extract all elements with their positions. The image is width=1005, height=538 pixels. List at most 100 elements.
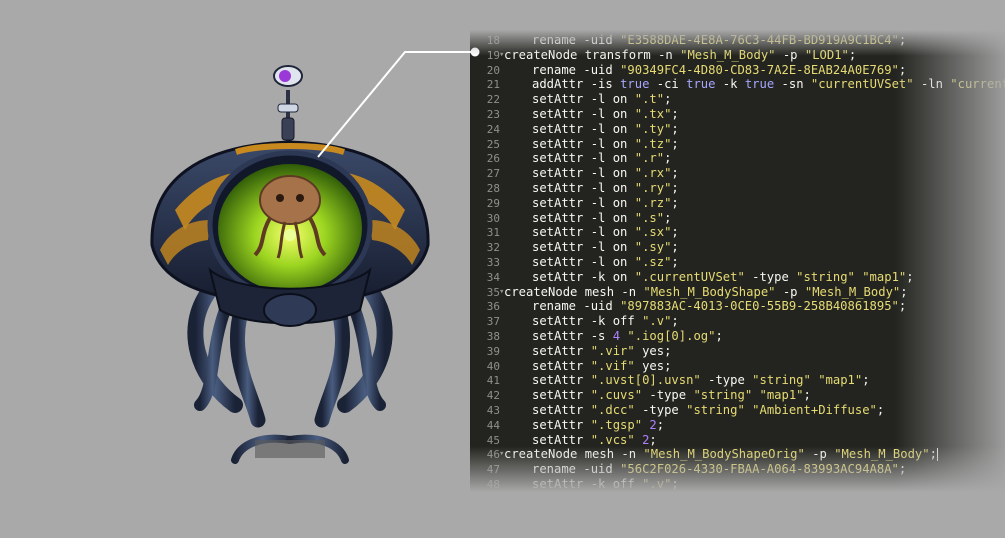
- line-number: 40: [486, 359, 500, 373]
- line-number: 33: [486, 255, 500, 269]
- code-line[interactable]: 25 setAttr -l on ".tz";: [470, 137, 1005, 152]
- code-editor[interactable]: 18 rename -uid "E3588DAE-4E8A-76C3-44FB-B…: [470, 30, 1005, 492]
- line-number: 28: [486, 181, 500, 195]
- code-text: setAttr -l on ".rx";: [532, 166, 679, 181]
- line-number: 42: [486, 389, 500, 403]
- code-text: setAttr ".vcs" 2;: [532, 432, 657, 447]
- code-line[interactable]: 47 rename -uid "56C2F026-4330-FBAA-A064-8…: [470, 462, 1005, 477]
- code-line[interactable]: 21 addAttr -is true -ci true -k true -sn …: [470, 77, 1005, 92]
- code-line[interactable]: 38 setAttr -s 4 ".iog[0].og";: [470, 329, 1005, 344]
- line-number: 20: [486, 63, 500, 77]
- code-line[interactable]: 32 setAttr -l on ".sy";: [470, 240, 1005, 255]
- code-line[interactable]: 45 setAttr ".vcs" 2;: [470, 433, 1005, 448]
- line-number: 38: [486, 329, 500, 343]
- glass-dome: [207, 150, 373, 300]
- code-line[interactable]: 18 rename -uid "E3588DAE-4E8A-76C3-44FB-B…: [470, 33, 1005, 48]
- code-line[interactable]: 34 setAttr -k on ".currentUVSet" -type "s…: [470, 270, 1005, 285]
- code-text: createNode mesh -n "Mesh_M_BodyShapeOrig…: [504, 447, 938, 462]
- fold-arrow-icon[interactable]: ▾: [499, 447, 504, 462]
- code-text: setAttr -s 4 ".iog[0].og";: [532, 328, 723, 343]
- code-text: addAttr -is true -ci true -k true -sn "c…: [532, 77, 1005, 92]
- code-text: createNode mesh -n "Mesh_M_BodyShape" -p…: [504, 284, 908, 299]
- line-number: 48: [486, 477, 500, 491]
- code-line[interactable]: 48 setAttr -k off ".v";: [470, 477, 1005, 492]
- code-line[interactable]: 42 setAttr ".cuvs" -type "string" "map1";: [470, 388, 1005, 403]
- code-line[interactable]: 33 setAttr -l on ".sz";: [470, 255, 1005, 270]
- line-number: 21: [486, 78, 500, 92]
- text-cursor: [936, 448, 938, 462]
- line-number: 44: [486, 418, 500, 432]
- line-number: 26: [486, 152, 500, 166]
- code-line[interactable]: 26 setAttr -l on ".r";: [470, 151, 1005, 166]
- code-text: setAttr -l on ".s";: [532, 210, 672, 225]
- line-number: 45: [486, 433, 500, 447]
- code-line[interactable]: 36 rename -uid "897883AC-4013-0CE0-55B9-2…: [470, 299, 1005, 314]
- code-text: rename -uid "90349FC4-4D80-CD83-7A2E-8EA…: [532, 62, 907, 77]
- code-text: setAttr -l on ".tx";: [532, 106, 679, 121]
- line-number: 36: [486, 300, 500, 314]
- code-line[interactable]: 29 setAttr -l on ".rz";: [470, 196, 1005, 211]
- code-text: setAttr ".uvst[0].uvsn" -type "string" "…: [532, 373, 870, 388]
- code-text: setAttr -l on ".sy";: [532, 240, 679, 255]
- code-line[interactable]: 46 ▾ createNode mesh -n "Mesh_M_BodyShapeO…: [470, 447, 1005, 462]
- line-number: 29: [486, 196, 500, 210]
- code-line[interactable]: 27 setAttr -l on ".rx";: [470, 166, 1005, 181]
- code-line[interactable]: 22 setAttr -l on ".t";: [470, 92, 1005, 107]
- line-number: 47: [486, 463, 500, 477]
- code-text: setAttr -l on ".t";: [532, 92, 672, 107]
- code-text: setAttr -l on ".tz";: [532, 136, 679, 151]
- line-number: 18: [486, 34, 500, 47]
- code-line[interactable]: 28 setAttr -l on ".ry";: [470, 181, 1005, 196]
- code-text: createNode transform -n "Mesh_M_Body" -p…: [504, 47, 857, 62]
- code-text: setAttr -l on ".sx";: [532, 225, 679, 240]
- line-number: 34: [486, 270, 500, 284]
- code-line[interactable]: 44 setAttr ".tgsp" 2;: [470, 418, 1005, 433]
- code-text: setAttr -k off ".v";: [532, 476, 679, 491]
- line-number: 39: [486, 344, 500, 358]
- line-number: 22: [486, 93, 500, 107]
- code-text: setAttr -k on ".currentUVSet" -type "str…: [532, 269, 914, 284]
- line-number: 25: [486, 137, 500, 151]
- line-number: 43: [486, 403, 500, 417]
- code-text: rename -uid "E3588DAE-4E8A-76C3-44FB-BD9…: [532, 33, 907, 47]
- code-text: setAttr -l on ".rz";: [532, 195, 679, 210]
- code-text: setAttr ".vif" yes;: [532, 358, 672, 373]
- code-text: setAttr ".tgsp" 2;: [532, 417, 665, 432]
- code-line[interactable]: 30 setAttr -l on ".s";: [470, 211, 1005, 226]
- line-number: 31: [486, 226, 500, 240]
- line-number: 41: [486, 374, 500, 388]
- code-text: setAttr -l on ".ty";: [532, 121, 679, 136]
- code-line[interactable]: 20 rename -uid "90349FC4-4D80-CD83-7A2E-8…: [470, 63, 1005, 78]
- code-line[interactable]: 39 setAttr ".vir" yes;: [470, 344, 1005, 359]
- line-number: 24: [486, 122, 500, 136]
- code-line[interactable]: 19 ▾ createNode transform -n "Mesh_M_Body"…: [470, 48, 1005, 63]
- line-number: 32: [486, 241, 500, 255]
- 3d-viewport[interactable]: [0, 0, 470, 538]
- code-line[interactable]: 23 setAttr -l on ".tx";: [470, 107, 1005, 122]
- code-line[interactable]: 31 setAttr -l on ".sx";: [470, 225, 1005, 240]
- code-text: rename -uid "897883AC-4013-0CE0-55B9-258…: [532, 299, 907, 314]
- fold-arrow-icon[interactable]: ▾: [499, 285, 504, 300]
- code-text: setAttr ".dcc" -type "string" "Ambient+D…: [532, 402, 885, 417]
- antenna: [273, 65, 303, 152]
- creature-model: [150, 65, 430, 464]
- code-text: setAttr -l on ".r";: [532, 151, 672, 166]
- code-text: rename -uid "56C2F026-4330-FBAA-A064-839…: [532, 462, 907, 477]
- code-text: setAttr -k off ".v";: [532, 314, 679, 329]
- line-number: 27: [486, 167, 500, 181]
- code-line[interactable]: 41 setAttr ".uvst[0].uvsn" -type "string"…: [470, 373, 1005, 388]
- code-lines: 18 rename -uid "E3588DAE-4E8A-76C3-44FB-B…: [470, 33, 1005, 492]
- line-number: 37: [486, 315, 500, 329]
- code-line[interactable]: 43 setAttr ".dcc" -type "string" "Ambient…: [470, 403, 1005, 418]
- code-line[interactable]: 24 setAttr -l on ".ty";: [470, 122, 1005, 137]
- line-number: 30: [486, 211, 500, 225]
- code-text: setAttr ".cuvs" -type "string" "map1";: [532, 388, 811, 403]
- code-text: setAttr -l on ".ry";: [532, 180, 679, 195]
- code-text: setAttr -l on ".sz";: [532, 254, 679, 269]
- code-line[interactable]: 40 setAttr ".vif" yes;: [470, 359, 1005, 374]
- fold-arrow-icon[interactable]: ▾: [499, 48, 504, 63]
- code-text: setAttr ".vir" yes;: [532, 343, 672, 358]
- code-line[interactable]: 35 ▾ createNode mesh -n "Mesh_M_BodyShape"…: [470, 285, 1005, 300]
- code-line[interactable]: 37 setAttr -k off ".v";: [470, 314, 1005, 329]
- line-number: 23: [486, 107, 500, 121]
